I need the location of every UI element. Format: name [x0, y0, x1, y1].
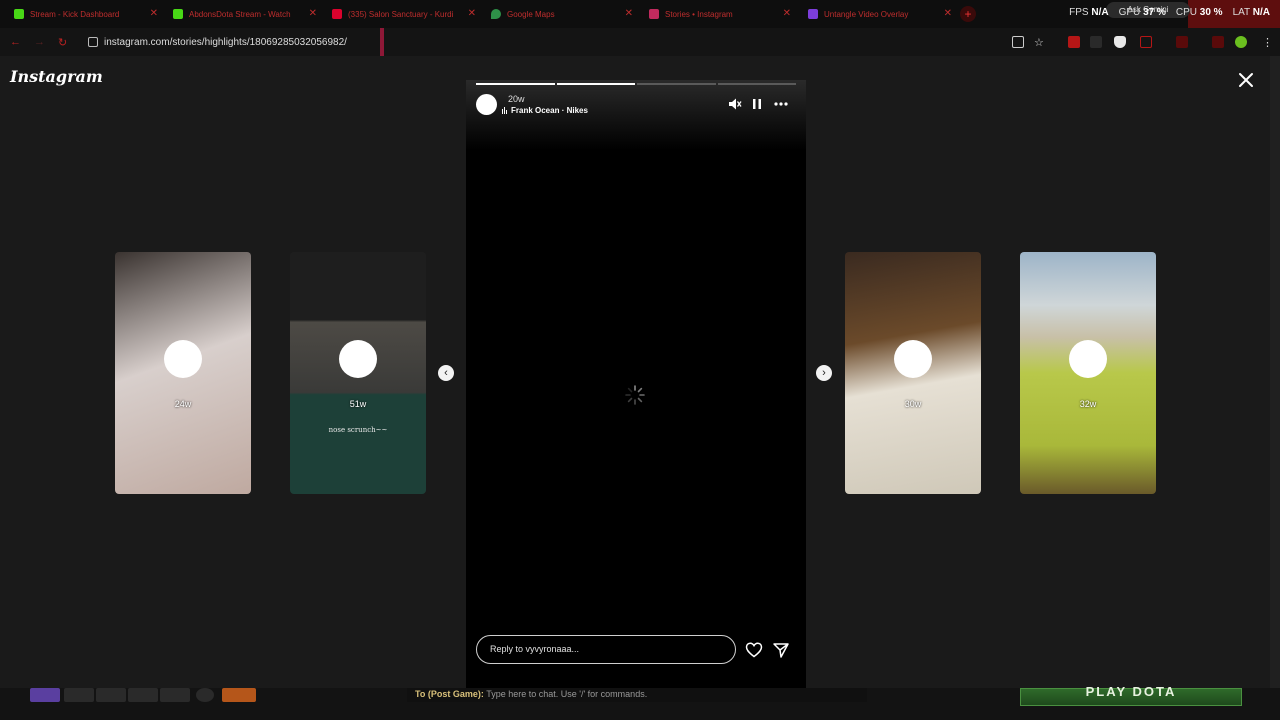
send-icon[interactable]	[772, 641, 790, 659]
extension-icon[interactable]	[1176, 36, 1188, 48]
tab-title: (335) Salon Sanctuary - Kurdi	[348, 9, 454, 19]
back-icon[interactable]: ←	[10, 36, 21, 48]
music-title: Frank Ocean · Nikes	[511, 106, 588, 115]
scrollbar[interactable]	[1270, 56, 1280, 688]
tab-title: Stories • Instagram	[665, 9, 733, 19]
story-preview[interactable]: 30w	[845, 252, 981, 494]
url-field[interactable]: instagram.com/stories/highlights/1806928…	[88, 34, 347, 50]
profile-avatar-icon[interactable]	[1235, 36, 1247, 48]
kick-icon	[14, 9, 24, 19]
cpu-stat: CPU 30 %	[1175, 7, 1223, 18]
inventory-slot[interactable]	[160, 688, 190, 702]
extension-icon[interactable]	[1068, 36, 1080, 48]
hero-portrait[interactable]	[30, 688, 60, 702]
browser-tab-active[interactable]: Stories • Instagram ✕	[649, 4, 791, 24]
close-tab-icon[interactable]: ✕	[625, 8, 633, 19]
music-label[interactable]: Frank Ocean · Nikes	[502, 106, 588, 115]
browser-tab[interactable]: (335) Salon Sanctuary - Kurdi ✕	[332, 4, 476, 24]
story-preview[interactable]: 24w	[115, 252, 251, 494]
extension-icon[interactable]	[1212, 36, 1224, 48]
story-age: 32w	[1079, 399, 1097, 409]
inventory-slot[interactable]	[96, 688, 126, 702]
play-dota-button[interactable]: PLAY DOTA	[1020, 685, 1242, 706]
story-header: 20w Frank Ocean · Nikes	[466, 80, 806, 150]
heart-icon[interactable]	[745, 641, 763, 659]
chat-channel: To (Post Game):	[415, 689, 484, 699]
inventory-slot[interactable]	[128, 688, 158, 702]
progress-segment	[717, 83, 796, 85]
story-age: 30w	[904, 399, 922, 409]
instagram-logo[interactable]: Instagram	[10, 67, 103, 86]
progress-segment	[556, 83, 635, 85]
inventory-slot[interactable]	[64, 688, 94, 702]
install-app-icon[interactable]	[1012, 36, 1024, 48]
avatar[interactable]	[476, 94, 497, 115]
address-bar: ← → ↻ instagram.com/stories/highlights/1…	[0, 28, 1280, 56]
stories-page: Instagram 24w 51w nose scrunch~~ ‹ 20w F…	[0, 56, 1270, 688]
previous-story-button[interactable]: ‹	[438, 365, 454, 381]
performance-overlay: FPS N/A GPU 37 % CPU 30 % LAT N/A	[1069, 7, 1270, 18]
extension-icon[interactable]	[1140, 36, 1152, 48]
tab-title: Untangle Video Overlay	[824, 9, 909, 19]
progress-segment	[637, 83, 716, 85]
gpu-stat: GPU 37 %	[1118, 7, 1166, 18]
close-tab-icon[interactable]: ✕	[783, 8, 791, 19]
next-story-button[interactable]: ›	[816, 365, 832, 381]
kick-icon	[173, 9, 183, 19]
avatar	[164, 340, 202, 378]
fps-stat: FPS N/A	[1069, 7, 1109, 18]
story-preview[interactable]: 51w nose scrunch~~	[290, 252, 426, 494]
story-caption: nose scrunch~~	[328, 426, 388, 434]
tab-title: Stream - Kick Dashboard	[30, 9, 120, 19]
forward-icon[interactable]: →	[34, 36, 45, 48]
story-age: 51w	[349, 399, 367, 409]
story-progress	[476, 83, 796, 85]
active-story[interactable]: 20w Frank Ocean · Nikes Reply to vyvyron…	[466, 80, 806, 688]
close-tab-icon[interactable]: ✕	[944, 8, 952, 19]
muted-speaker-icon[interactable]	[728, 97, 742, 111]
browser-tab[interactable]: AbdonsDota Stream - Watch ✕	[173, 4, 317, 24]
browser-tab[interactable]: Stream - Kick Dashboard ✕	[14, 4, 158, 24]
browser-tab[interactable]: Google Maps ✕	[491, 4, 633, 24]
avatar	[339, 340, 377, 378]
bookmark-star-icon[interactable]: ☆	[1034, 36, 1044, 49]
url-text: instagram.com/stories/highlights/1806928…	[104, 36, 347, 48]
pause-icon[interactable]	[750, 97, 764, 111]
more-options-icon[interactable]	[774, 97, 788, 111]
twitch-icon	[808, 9, 818, 19]
instagram-icon	[649, 9, 659, 19]
story-age: 20w	[508, 94, 525, 104]
decorative-line	[380, 28, 384, 56]
game-chat-input[interactable]: To (Post Game): Type here to chat. Use '…	[407, 688, 867, 702]
maps-pin-icon	[491, 9, 501, 19]
youtube-icon	[332, 9, 342, 19]
close-tab-icon[interactable]: ✕	[468, 8, 476, 19]
extension-icon[interactable]	[1090, 36, 1102, 48]
music-bars-icon	[502, 107, 507, 114]
story-preview[interactable]: 32w	[1020, 252, 1156, 494]
browser-tab[interactable]: Untangle Video Overlay ✕	[808, 4, 952, 24]
reply-input[interactable]: Reply to vyvyronaaa...	[476, 635, 736, 664]
site-info-icon[interactable]	[88, 37, 98, 47]
chat-placeholder: Type here to chat. Use '/' for commands.	[486, 689, 648, 699]
close-tab-icon[interactable]: ✕	[309, 8, 317, 19]
browser-menu-icon[interactable]: ⋮	[1262, 36, 1273, 49]
lat-stat: LAT N/A	[1232, 7, 1270, 18]
avatar	[1069, 340, 1107, 378]
close-icon[interactable]	[1236, 70, 1256, 90]
tab-title: AbdonsDota Stream - Watch	[189, 9, 291, 19]
story-age: 24w	[174, 399, 192, 409]
close-tab-icon[interactable]: ✕	[150, 8, 158, 19]
dota-plus-icon[interactable]	[222, 688, 256, 702]
new-tab-button[interactable]: +	[960, 6, 976, 22]
reload-icon[interactable]: ↻	[58, 36, 67, 49]
tab-title: Google Maps	[507, 9, 555, 19]
progress-segment	[476, 83, 555, 85]
browser-tab-bar: Stream - Kick Dashboard ✕ AbdonsDota Str…	[0, 0, 1280, 28]
loading-spinner-icon	[625, 385, 645, 405]
game-bottom-bar: To (Post Game): Type here to chat. Use '…	[0, 685, 1280, 720]
settings-icon[interactable]	[196, 688, 214, 702]
shield-icon[interactable]	[1114, 36, 1126, 48]
avatar	[894, 340, 932, 378]
